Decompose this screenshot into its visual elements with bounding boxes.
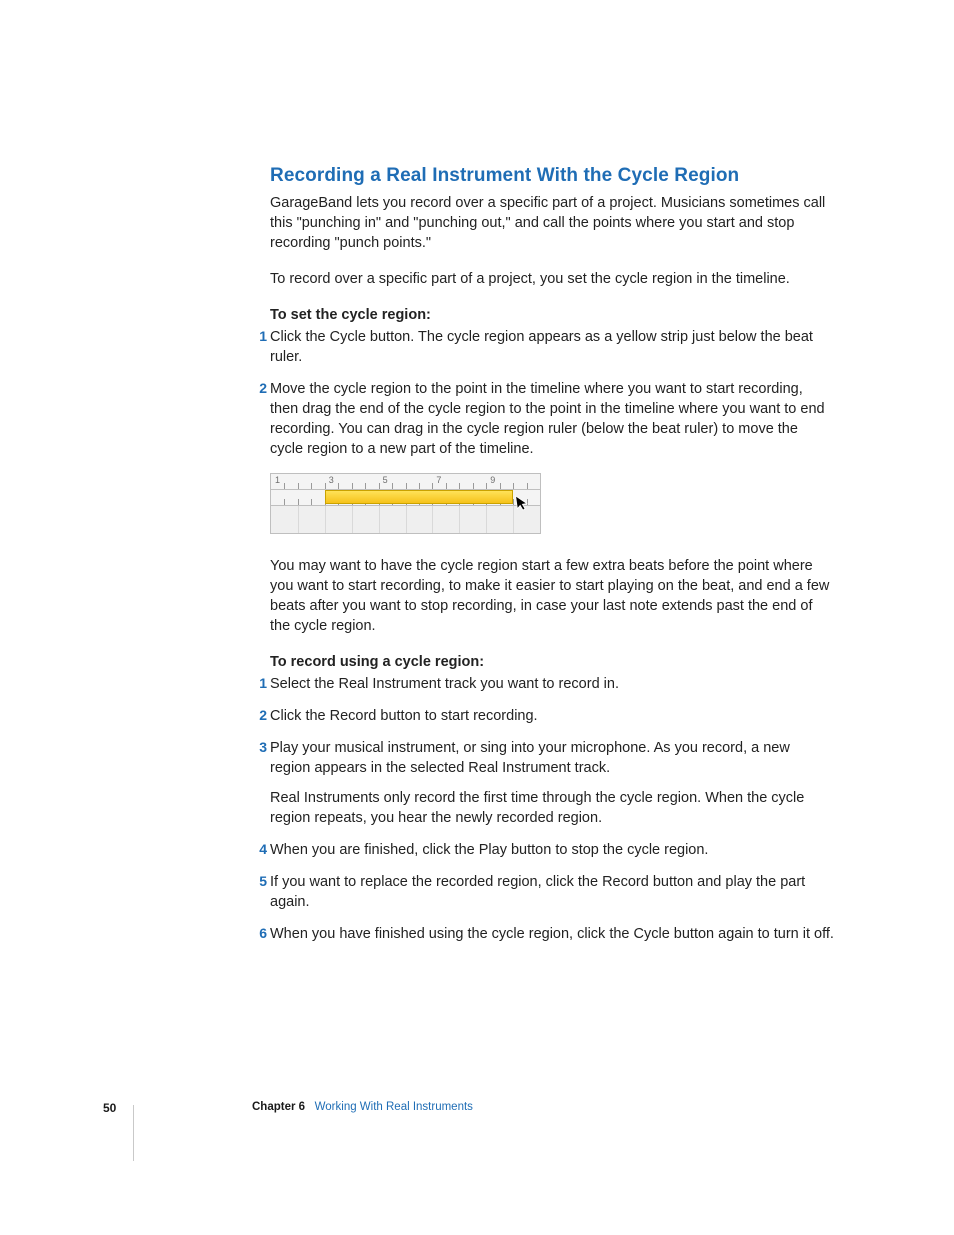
chapter-title: Working With Real Instruments (315, 1101, 473, 1113)
cycle-region-figure: 1 3 5 7 9 (270, 473, 834, 534)
step-item: If you want to replace the recorded regi… (270, 872, 834, 912)
step-item: When you are finished, click the Play bu… (270, 840, 834, 860)
step-item: When you have finished using the cycle r… (270, 924, 834, 944)
ruler-number: 1 (275, 475, 280, 485)
track-lane (271, 506, 540, 533)
step-item: Move the cycle region to the point in th… (270, 379, 834, 459)
procedure-heading-set: To set the cycle region: (270, 305, 834, 325)
section-heading: Recording a Real Instrument With the Cyc… (270, 165, 834, 187)
cycle-region-strip[interactable] (325, 490, 513, 504)
cycle-ruler (271, 490, 540, 506)
ruler-number: 9 (490, 475, 495, 485)
tip-paragraph: You may want to have the cycle region st… (270, 556, 834, 636)
step-follow: Real Instruments only record the first t… (270, 788, 834, 828)
lead-paragraph: To record over a specific part of a proj… (270, 269, 834, 289)
chapter-label: Chapter 6 (252, 1101, 305, 1113)
beat-ruler: 1 3 5 7 9 (271, 474, 540, 490)
step-item: Click the Cycle button. The cycle region… (270, 327, 834, 367)
ruler-number: 7 (436, 475, 441, 485)
procedure-heading-record: To record using a cycle region: (270, 652, 834, 672)
step-item: Play your musical instrument, or sing in… (270, 738, 834, 828)
intro-paragraph: GarageBand lets you record over a specif… (270, 193, 834, 253)
footer-rule (133, 1105, 134, 1161)
record-cycle-steps: Select the Real Instrument track you wan… (270, 674, 834, 944)
step-item: Select the Real Instrument track you wan… (270, 674, 834, 694)
ruler-number: 3 (329, 475, 334, 485)
page-number: 50 (103, 1101, 116, 1115)
page-footer: 50 Chapter 6 Working With Real Instrumen… (0, 1105, 954, 1139)
set-cycle-steps: Click the Cycle button. The cycle region… (270, 327, 834, 459)
page: Recording a Real Instrument With the Cyc… (0, 0, 954, 1235)
step-item: Click the Record button to start recordi… (270, 706, 834, 726)
chapter-reference: Chapter 6 Working With Real Instruments (252, 1101, 473, 1113)
timeline-ruler: 1 3 5 7 9 (270, 473, 541, 534)
ruler-number: 5 (383, 475, 388, 485)
